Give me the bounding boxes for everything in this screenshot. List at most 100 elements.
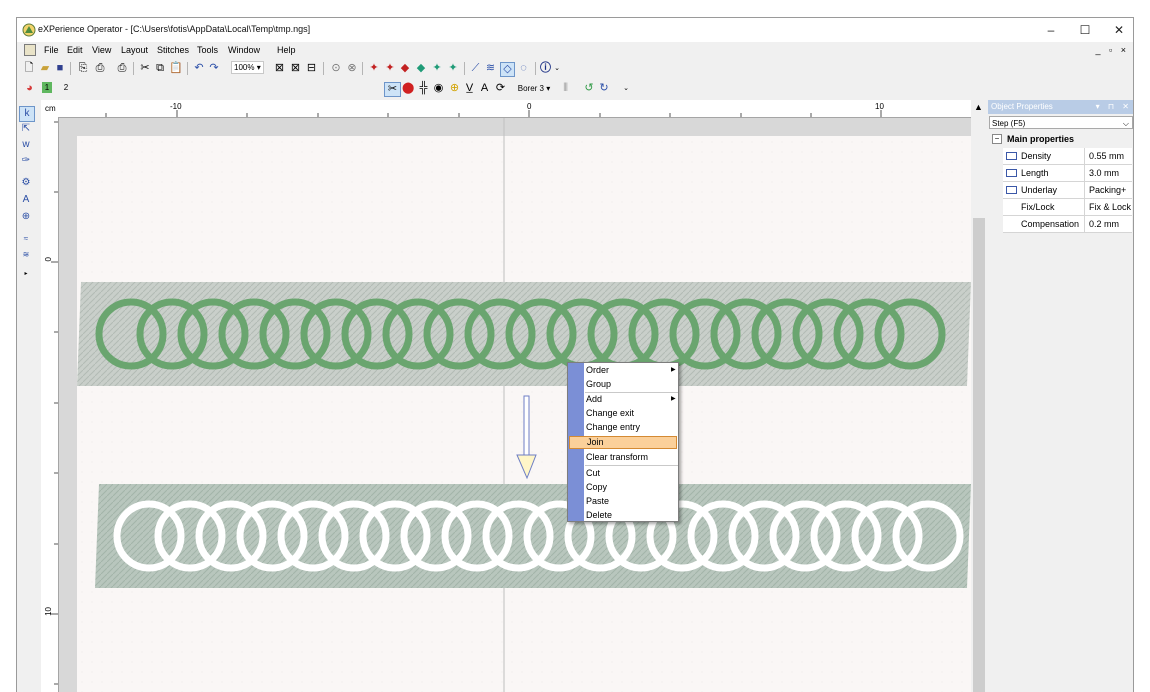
top-chain-band[interactable] [77,282,971,386]
view-icon[interactable]: ⊙ [329,62,343,75]
embroidery-design[interactable] [59,118,971,692]
property-row-underlay[interactable]: Underlay Packing+ [1003,182,1132,199]
menu-item-change-entry[interactable]: Change entry [586,421,640,434]
stop-icon[interactable]: ⬤ [402,82,414,95]
zoom-selection-icon[interactable]: ⊠ [289,62,302,75]
menu-item-copy[interactable]: Copy [586,481,607,494]
toolbar-overflow-icon-2[interactable]: ⌄ [623,82,629,95]
cut-icon[interactable]: ✂ [139,62,151,75]
menu-help[interactable]: Help [277,45,296,55]
scroll-up-icon[interactable]: ▲ [974,102,983,112]
needle-icon[interactable]: ⊕ [448,82,461,95]
zigzag-stitch-icon[interactable]: ≋ [19,248,33,262]
next-stitch-icon[interactable]: ✦ [430,62,444,75]
zoom-fit-icon[interactable]: ⊠ [273,62,286,75]
collapse-icon[interactable]: − [992,134,1002,144]
property-row-density[interactable]: Density 0.55 mm [1003,148,1132,165]
menu-view[interactable]: View [92,45,111,55]
scissors-icon[interactable]: ✂ [384,82,401,97]
save-icon[interactable]: ■ [54,62,66,75]
menu-item-add[interactable]: Add ▶ [586,393,676,406]
zoom-icon[interactable]: ⊕ [19,210,33,224]
bottom-joined-band[interactable] [95,484,971,588]
borer-icon[interactable]: ⟳ [495,82,506,95]
maximize-button[interactable]: ☐ [1068,18,1102,42]
panel-buttons[interactable]: ▾ ⊓ ✕ [1096,100,1132,114]
prev-stitch-icon[interactable]: ✦ [383,62,397,75]
paste-icon[interactable]: 📋 [169,62,183,75]
sequin-icon[interactable]: ⫴ [559,82,572,95]
menu-tools[interactable]: Tools [197,45,218,55]
menu-item-delete[interactable]: Delete [586,509,612,522]
mdi-controls[interactable]: _ ▫ × [1096,45,1129,55]
property-value[interactable]: 0.2 mm [1086,216,1132,232]
property-value[interactable]: Packing+ [1086,182,1132,198]
undo-icon[interactable]: ↶ [193,62,205,75]
document-icon[interactable] [24,44,36,56]
info-icon[interactable]: ⓘ [539,62,552,75]
wave-stitch-icon[interactable]: ≈ [19,232,33,246]
property-value[interactable]: 3.0 mm [1086,165,1132,181]
toolbox-overflow-icon[interactable]: ▸ [19,267,33,281]
measure-icon[interactable]: ⚙ [19,176,33,190]
menu-item-change-exit[interactable]: Change exit [586,407,634,420]
select-arrow-icon[interactable]: k [19,106,35,122]
object-type-select[interactable]: Step (F5) ⌵ [989,116,1133,129]
menu-file[interactable]: File [44,45,59,55]
step-forward-icon[interactable]: ◆ [415,62,427,75]
first-stitch-icon[interactable]: ✦ [367,62,381,75]
menu-stitches[interactable]: Stitches [157,45,189,55]
property-row-fixlock[interactable]: Fix/Lock Fix & Lock [1003,199,1132,216]
copy-icon[interactable]: ⧉ [154,62,166,75]
zoom-width-icon[interactable]: ⊟ [305,62,318,75]
color-palette-icon[interactable]: ◕ [23,82,36,95]
menu-layout[interactable]: Layout [121,45,148,55]
hide-icon[interactable]: ⊗ [345,62,359,75]
toolbar-overflow-icon[interactable]: ⌄ [554,62,560,75]
redo-icon[interactable]: ↷ [208,62,220,75]
menu-item-group[interactable]: Group [586,378,611,391]
menu-item-cut[interactable]: Cut [586,467,600,480]
rotate-left-icon[interactable]: ↺ [583,82,595,95]
text-insert-icon[interactable]: A [19,193,33,207]
stitch-edit-icon[interactable]: w [19,138,33,152]
select-shape-icon[interactable]: ◇ [500,62,515,77]
property-value[interactable]: Fix & Lock [1086,199,1132,215]
knife-icon[interactable]: ✑ [19,154,33,168]
zoom-select[interactable]: 100% ▾ [231,61,264,74]
text-tool-icon[interactable]: A [479,82,490,95]
menu-window[interactable]: Window [228,45,260,55]
lock-icon[interactable]: ◉ [433,82,444,95]
menu-item-clear-transform[interactable]: Clear transform [586,451,648,464]
last-stitch-icon[interactable]: ✦ [446,62,460,75]
scroll-thumb[interactable] [973,218,985,692]
vertical-scrollbar[interactable]: ▲ [971,100,987,692]
close-button[interactable]: ✕ [1102,18,1133,42]
design-canvas[interactable] [59,118,971,692]
menu-item-order[interactable]: Order ▶ [586,364,676,377]
property-value[interactable]: 0.55 mm [1086,148,1132,164]
underline-tool-icon[interactable]: V̲ [464,82,475,95]
property-row-length[interactable]: Length 3.0 mm [1003,165,1132,182]
import-icon[interactable]: ⎘ [76,62,90,75]
print-icon[interactable]: ⎙ [115,62,129,75]
rotate-right-icon[interactable]: ↻ [598,82,610,95]
minimize-button[interactable]: – [1034,18,1068,42]
export-icon[interactable]: ⎙ [93,62,107,75]
stitch-line-icon[interactable]: ⟋ [469,62,482,75]
main-properties-group[interactable]: − Main properties [989,131,1133,147]
open-folder-icon[interactable]: ▰ [38,62,52,75]
property-row-compensation[interactable]: Compensation 0.2 mm [1003,216,1132,233]
borer-select[interactable]: Borer 3 ▾ [513,82,555,95]
stitch-pattern-icon[interactable]: ≋ [484,62,497,75]
menu-item-paste[interactable]: Paste [586,495,609,508]
menu-edit[interactable]: Edit [67,45,83,55]
node-edit-icon[interactable]: ⇱ [19,122,33,136]
trim-icon[interactable]: ╬ [418,82,429,95]
color-chip-2[interactable]: 2 [61,82,71,93]
menu-item-join[interactable]: Join [569,436,677,449]
new-file-icon[interactable]: 🗋 [23,62,35,75]
color-chip-1[interactable]: 1 [42,82,52,93]
lasso-icon[interactable]: ◌ [517,62,530,75]
step-back-icon[interactable]: ◆ [399,62,411,75]
